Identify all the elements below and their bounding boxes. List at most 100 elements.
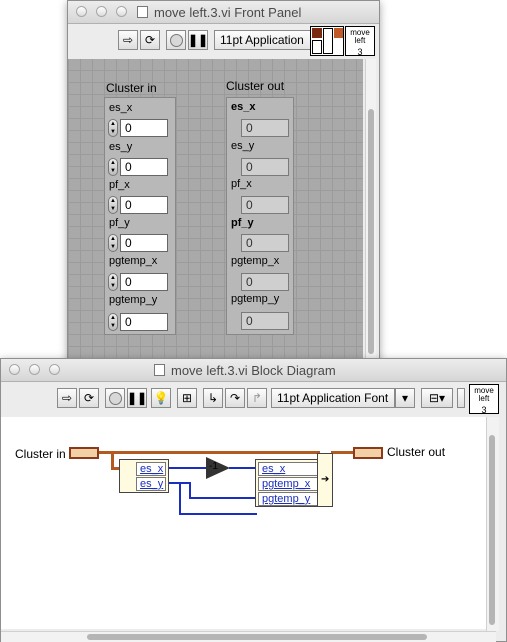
front-panel-vertical-scrollbar[interactable] (365, 59, 376, 359)
increment-arrows[interactable]: ▲ ▼ (108, 196, 118, 214)
step-into-icon[interactable]: ↳ (203, 388, 223, 408)
font-dropdown-arrow-icon[interactable]: ▾ (395, 388, 415, 408)
increment-arrows[interactable]: ▲ ▼ (108, 158, 118, 176)
minimize-window-button[interactable] (96, 6, 107, 17)
cluster-out-element-label: es_y (231, 140, 255, 152)
increment-arrows[interactable]: ▲ ▼ (108, 313, 118, 331)
numeric-indicator: 0 (241, 119, 289, 137)
cluster-out-indicator[interactable]: es_x 0 es_y 0 pf_x 0 pf_y 0 pgtemp_x 0 p… (226, 97, 294, 335)
vi-icon[interactable]: move left 3 (469, 384, 499, 415)
bundle-input-cluster-node[interactable]: ➔ (317, 453, 333, 507)
block-diagram-titlebar[interactable]: move left.3.vi Block Diagram (1, 359, 506, 382)
numeric-indicator: 0 (241, 312, 289, 330)
numeric-wire[interactable] (169, 467, 207, 469)
cluster-out-element-label: es_x (231, 101, 256, 113)
run-continuously-icon[interactable]: ⟳ (79, 388, 99, 408)
block-diagram-canvas[interactable]: Cluster in es_x es_y -1 es_x pgtemp_x pg… (1, 417, 494, 629)
step-over-icon[interactable]: ↷ (225, 388, 245, 408)
close-window-button[interactable] (9, 364, 20, 375)
cluster-in-element-label: es_y (109, 141, 133, 153)
block-diagram-horizontal-scrollbar[interactable] (1, 631, 496, 642)
numeric-wire[interactable] (179, 513, 257, 515)
step-out-icon[interactable]: ↱ (247, 388, 267, 408)
minimize-window-button[interactable] (29, 364, 40, 375)
numeric-indicator: 0 (241, 158, 289, 176)
run-arrow-icon[interactable]: ⇨ (57, 388, 77, 408)
increment-arrows[interactable]: ▲ ▼ (108, 119, 118, 137)
cluster-in-element-label: pgtemp_x (109, 255, 158, 267)
numeric-wire[interactable] (179, 482, 181, 514)
cluster-in-element-label: pf_x (109, 179, 130, 191)
bundle-item[interactable]: pgtemp_y (258, 492, 318, 506)
cluster-in-control[interactable]: es_x ▲ ▼ 0 es_y ▲ ▼ 0 pf_x ▲ ▼ 0 pf_y ▲ ▼ 0 … (104, 97, 176, 335)
align-objects-icon[interactable]: ⊟▾ (421, 388, 453, 408)
cluster-out-label: Cluster out (226, 79, 285, 93)
block-diagram-vertical-scrollbar[interactable] (486, 417, 499, 631)
numeric-control[interactable]: 0 (120, 158, 168, 176)
numeric-wire[interactable] (189, 482, 191, 498)
unbundle-by-name-node[interactable]: es_x es_y (119, 459, 169, 493)
unbundle-item[interactable]: es_y (136, 477, 166, 491)
front-panel-title: move left.3.vi Front Panel (154, 5, 302, 20)
bundle-by-name-node[interactable]: es_x pgtemp_x pgtemp_y (255, 459, 319, 507)
cluster-in-label: Cluster in (106, 81, 157, 95)
pause-icon[interactable]: ❚❚ (127, 388, 147, 408)
unbundle-item[interactable]: es_x (136, 462, 166, 476)
cluster-wire[interactable] (99, 451, 320, 454)
close-window-button[interactable] (76, 6, 87, 17)
numeric-control[interactable]: 0 (120, 273, 168, 291)
scroll-thumb[interactable] (87, 634, 427, 640)
cluster-in-element-label: pgtemp_y (109, 294, 158, 306)
front-panel-titlebar[interactable]: move left.3.vi Front Panel (68, 1, 379, 24)
run-arrow-icon[interactable]: ⇨ (118, 30, 138, 50)
bundle-item[interactable]: pgtemp_x (258, 477, 318, 491)
numeric-control[interactable]: 0 (120, 119, 168, 137)
cluster-out-element-label: pf_y (231, 217, 254, 229)
vi-icon-text: move left (350, 28, 370, 45)
numeric-control[interactable]: 0 (120, 313, 168, 331)
abort-execution-icon[interactable] (105, 388, 125, 408)
front-panel-canvas[interactable]: Cluster in es_x ▲ ▼ 0 es_y ▲ ▼ 0 pf_x ▲ ▼ 0… (68, 59, 363, 359)
vi-icon[interactable]: move left 3 (345, 26, 375, 57)
block-diagram-toolbar: ⇨ ⟳ ❚❚ 💡 ⊞ ↳ ↷ ↱ 11pt Application Font ▾… (1, 382, 506, 416)
cluster-wire[interactable] (331, 451, 355, 454)
cluster-in-terminal[interactable] (69, 447, 99, 459)
numeric-wire[interactable] (189, 497, 257, 499)
cluster-in-element-label: pf_y (109, 217, 130, 229)
zoom-window-button[interactable] (116, 6, 127, 17)
scroll-thumb[interactable] (368, 109, 374, 354)
increment-arrows[interactable]: ▲ ▼ (108, 234, 118, 252)
numeric-wire[interactable] (229, 467, 257, 469)
font-selector[interactable]: 11pt Application Font (271, 388, 395, 408)
scroll-thumb[interactable] (489, 435, 495, 625)
run-continuously-icon[interactable]: ⟳ (140, 30, 160, 50)
cluster-out-element-label: pgtemp_x (231, 255, 280, 267)
cluster-in-terminal-label: Cluster in (15, 447, 66, 461)
add-constant[interactable]: -1 (209, 461, 218, 472)
retain-wire-values-icon[interactable]: ⊞ (177, 388, 197, 408)
numeric-indicator: 0 (241, 196, 289, 214)
pause-icon[interactable]: ❚❚ (188, 30, 208, 50)
vi-document-icon (154, 364, 165, 376)
bundle-item[interactable]: es_x (258, 462, 318, 476)
cluster-out-element-label: pf_x (231, 178, 252, 190)
numeric-control[interactable]: 0 (120, 196, 168, 214)
distribute-objects-icon[interactable] (457, 388, 465, 408)
increment-arrows[interactable]: ▲ ▼ (108, 273, 118, 291)
vi-icon-text: move left (474, 386, 494, 403)
vi-document-icon (137, 6, 148, 18)
numeric-indicator: 0 (241, 234, 289, 252)
connector-pane[interactable] (310, 26, 344, 56)
highlight-execution-icon[interactable]: 💡 (151, 388, 171, 408)
cluster-out-terminal-label: Cluster out (387, 445, 446, 459)
block-diagram-window: move left.3.vi Block Diagram ⇨ ⟳ ❚❚ 💡 ⊞ … (0, 358, 507, 642)
front-panel-toolbar: ⇨ ⟳ ❚❚ 11pt Application move left 3 (68, 24, 379, 58)
abort-execution-icon[interactable] (166, 30, 186, 50)
zoom-window-button[interactable] (49, 364, 60, 375)
numeric-control[interactable]: 0 (120, 234, 168, 252)
numeric-indicator: 0 (241, 273, 289, 291)
front-panel-window: move left.3.vi Front Panel ⇨ ⟳ ❚❚ 11pt A… (67, 0, 380, 362)
font-selector[interactable]: 11pt Application (214, 30, 312, 50)
vi-icon-number: 3 (481, 405, 487, 415)
cluster-out-terminal[interactable] (353, 447, 383, 459)
